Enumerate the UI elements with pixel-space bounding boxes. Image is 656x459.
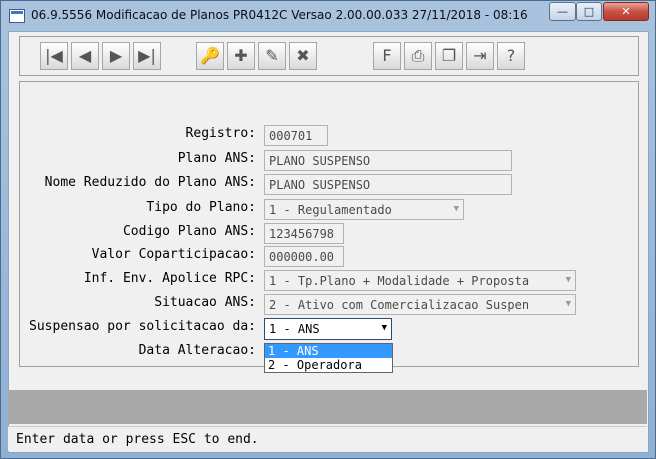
last-record-button[interactable]: ▶| [133, 42, 161, 70]
inf-env-label: Inf. Env. Apolice RPC: [83, 271, 256, 286]
title-bar[interactable]: 06.9.5556 Modificacao de Planos PR0412C … [1, 1, 655, 31]
suspensao-combo[interactable]: 1 - ANS ▼ [264, 318, 392, 340]
nome-reduzido-label: Nome Reduzido do Plano ANS: [44, 175, 256, 190]
chevron-down-icon: ▼ [381, 323, 387, 333]
maximize-button[interactable]: □ [576, 2, 602, 21]
previous-record-button[interactable]: ◀ [71, 42, 99, 70]
suspensao-label: Suspensao por solicitacao da: [29, 319, 256, 334]
edit-button[interactable]: ✎ [258, 42, 286, 70]
exit-button[interactable]: ⇥ [466, 42, 494, 70]
plano-ans-field[interactable]: PLANO SUSPENSO [264, 150, 512, 171]
app-icon [9, 9, 25, 23]
copy-button[interactable]: ❐ [435, 42, 463, 70]
registro-field[interactable]: 000701 [264, 125, 328, 146]
suspensao-dropdown-list: 1 - ANS 2 - Operadora [264, 343, 393, 373]
chevron-down-icon: ▼ [453, 204, 459, 214]
plano-ans-label: Plano ANS: [177, 151, 256, 166]
codigo-plano-label: Codigo Plano ANS: [122, 224, 256, 239]
search-button[interactable]: 🔑 [196, 42, 224, 70]
situacao-combo[interactable]: 2 - Ativo com Comercializacao Suspen ▼ [264, 294, 576, 315]
dropdown-option-operadora[interactable]: 2 - Operadora [265, 358, 392, 372]
nome-reduzido-field[interactable]: PLANO SUSPENSO [264, 174, 512, 195]
filter-button[interactable]: F [373, 42, 401, 70]
delete-button[interactable]: ✖ [289, 42, 317, 70]
valor-copart-field[interactable]: 000000.00 [264, 246, 344, 267]
tipo-plano-value: 1 - Regulamentado [269, 203, 392, 217]
inf-env-value: 1 - Tp.Plano + Modalidade + Proposta [269, 274, 530, 288]
first-record-button[interactable]: |◀ [40, 42, 68, 70]
tipo-plano-combo[interactable]: 1 - Regulamentado ▼ [264, 199, 464, 220]
suspensao-value: 1 - ANS [269, 322, 320, 336]
minimize-button[interactable]: — [549, 2, 576, 21]
tipo-plano-label: Tipo do Plano: [146, 200, 256, 215]
situacao-value: 2 - Ativo com Comercializacao Suspen [269, 298, 530, 312]
help-button[interactable]: ? [497, 42, 525, 70]
inf-env-combo[interactable]: 1 - Tp.Plano + Modalidade + Proposta ▼ [264, 270, 576, 291]
add-button[interactable]: ✚ [227, 42, 255, 70]
situacao-label: Situacao ANS: [154, 295, 256, 310]
valor-copart-label: Valor Coparticipacao: [91, 247, 256, 262]
toolbar: |◀ ◀ ▶ ▶| 🔑 ✚ ✎ ✖ F ⎙ ❐ ⇥ ? [19, 36, 639, 76]
close-button[interactable]: ✕ [603, 2, 649, 21]
window-title: 06.9.5556 Modificacao de Planos PR0412C … [31, 8, 528, 22]
print-button[interactable]: ⎙ [404, 42, 432, 70]
data-alteracao-label: Data Alteracao: [138, 343, 256, 358]
chevron-down-icon: ▼ [565, 275, 571, 285]
codigo-plano-field[interactable]: 123456798 [264, 223, 344, 244]
dropdown-option-ans[interactable]: 1 - ANS [265, 344, 392, 358]
chevron-down-icon: ▼ [565, 299, 571, 309]
next-record-button[interactable]: ▶ [102, 42, 130, 70]
registro-label: Registro: [185, 126, 256, 141]
